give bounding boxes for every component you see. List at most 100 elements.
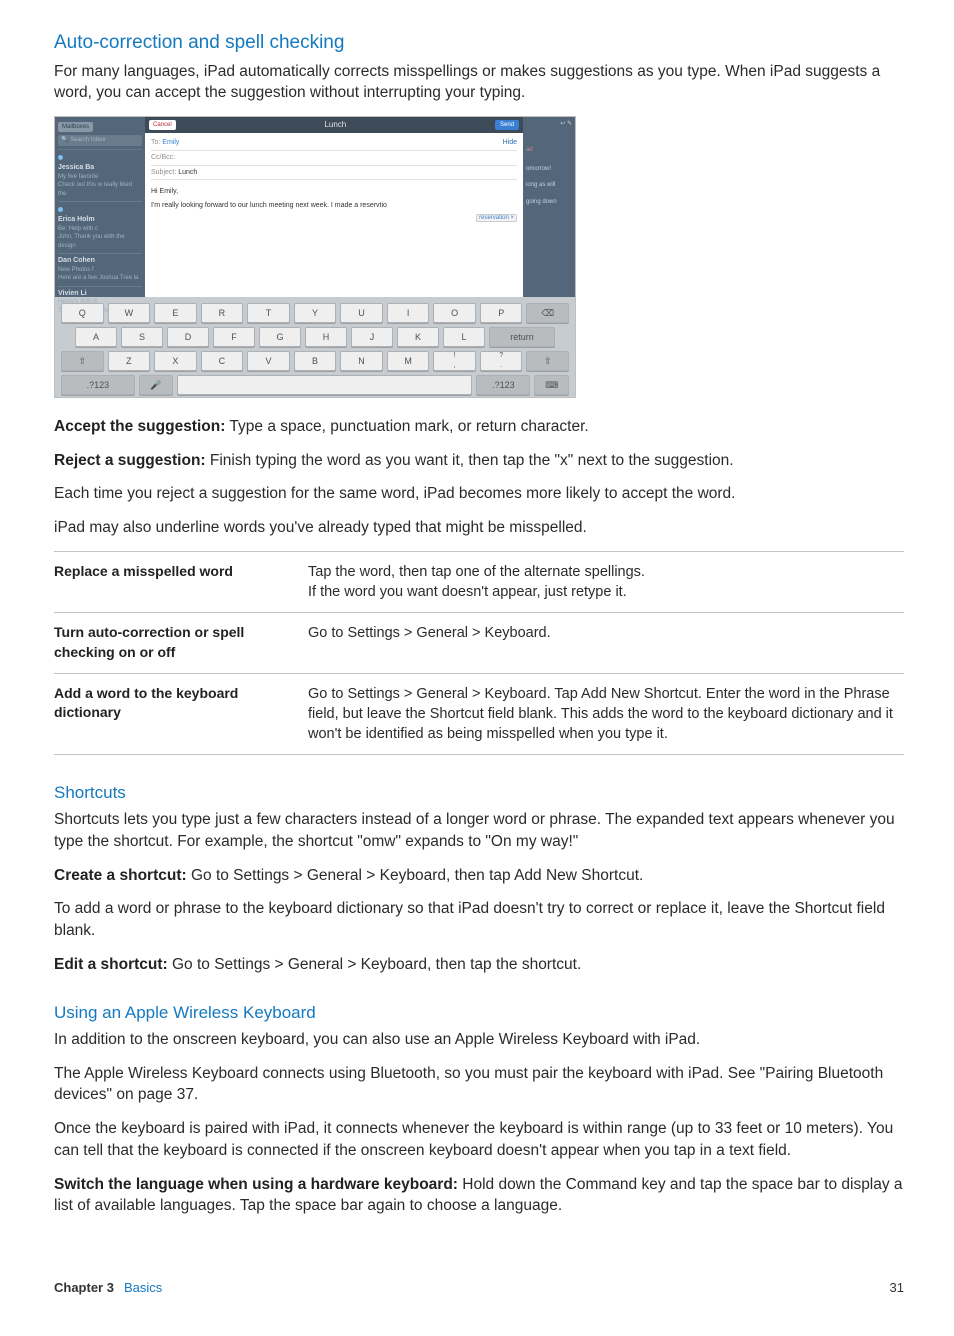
key-y[interactable]: Y — [294, 303, 337, 323]
key-j[interactable]: J — [351, 327, 393, 347]
sender-name: Vivien Li — [58, 289, 142, 299]
compose-icon[interactable]: ✎ — [567, 121, 572, 127]
key-space[interactable] — [177, 375, 472, 395]
key-u[interactable]: U — [340, 303, 383, 323]
hide-button[interactable]: Hide — [503, 138, 517, 148]
body-text: I'm really looking forward to our lunch … — [151, 202, 387, 209]
sender-name: Dan Cohen — [58, 256, 142, 266]
key-numbers[interactable]: .?123 — [61, 375, 135, 395]
key-x[interactable]: X — [154, 351, 197, 371]
key-hide-keyboard[interactable]: ⌨ — [534, 375, 569, 395]
key-n[interactable]: N — [340, 351, 383, 371]
key-question[interactable]: ?. — [480, 351, 523, 371]
accept-suggestion-para: Accept the suggestion: Type a space, pun… — [54, 416, 904, 438]
cc-label: Cc/Bcc: — [151, 154, 175, 161]
key-o[interactable]: O — [433, 303, 476, 323]
mailboxes-button[interactable]: Mailboxes — [58, 122, 93, 132]
key-t[interactable]: T — [247, 303, 290, 323]
reject-suggestion-para: Reject a suggestion: Finish typing the w… — [54, 450, 904, 472]
table-term: Turn auto-correction or spell checking o… — [54, 613, 308, 673]
panel-text: going down — [526, 198, 572, 206]
heading-wireless: Using an Apple Wireless Keyboard — [54, 1001, 904, 1025]
to-value: Emily — [162, 139, 179, 146]
unread-dot-icon — [58, 207, 63, 212]
subject-line: Be: Help with c — [58, 225, 142, 233]
sender-name: Erica Holm — [58, 215, 142, 225]
search-input[interactable]: 🔍 Search Inbox — [58, 135, 142, 145]
key-p[interactable]: P — [480, 303, 523, 323]
panel-text: omorrow! — [526, 165, 572, 173]
table-desc: Go to Settings > General > Keyboard. Tap… — [308, 673, 904, 755]
key-v[interactable]: V — [247, 351, 290, 371]
underline-para: iPad may also underline words you've alr… — [54, 517, 904, 539]
add-word-para: To add a word or phrase to the keyboard … — [54, 898, 904, 941]
key-shift[interactable]: ⇧ — [61, 351, 104, 371]
key-q[interactable]: Q — [61, 303, 104, 323]
unread-dot-icon — [58, 155, 63, 160]
search-icon: 🔍 — [61, 136, 68, 144]
onscreen-keyboard: Q W E R T Y U I O P ⌫ A S D F G H J K — [55, 297, 575, 397]
key-s[interactable]: S — [121, 327, 163, 347]
key-numbers[interactable]: .?123 — [476, 375, 530, 395]
wireless-p2: The Apple Wireless Keyboard connects usi… — [54, 1063, 904, 1106]
key-e[interactable]: E — [154, 303, 197, 323]
key-l[interactable]: L — [443, 327, 485, 347]
reply-icon[interactable]: ↩ — [560, 121, 565, 127]
page-number: 31 — [890, 1279, 904, 1297]
subject-line: New Photos f — [58, 266, 142, 274]
table-row: Add a word to the keyboard dictionary Go… — [54, 673, 904, 755]
key-d[interactable]: D — [167, 327, 209, 347]
sender-name: Jessica Ba — [58, 163, 142, 173]
key-exclaim[interactable]: !, — [433, 351, 476, 371]
panel-text: ad — [526, 146, 572, 154]
key-r[interactable]: R — [201, 303, 244, 323]
autocorrect-suggestion[interactable]: reservation × — [476, 214, 517, 222]
heading-shortcuts: Shortcuts — [54, 781, 904, 805]
key-dictation[interactable]: 🎤 — [139, 375, 174, 395]
intro-autocorrect: For many languages, iPad automatically c… — [54, 61, 904, 104]
body-greeting: Hi Emily, — [151, 187, 517, 197]
key-return[interactable]: return — [489, 327, 555, 347]
chapter-label: Chapter 3 — [54, 1280, 114, 1295]
wireless-p3: Once the keyboard is paired with iPad, i… — [54, 1118, 904, 1161]
key-z[interactable]: Z — [108, 351, 151, 371]
key-b[interactable]: B — [294, 351, 337, 371]
edit-shortcut-para: Edit a shortcut: Go to Settings > Genera… — [54, 954, 904, 976]
preview-line: Here are a few Joshua Tree la — [58, 274, 142, 282]
key-g[interactable]: G — [259, 327, 301, 347]
cancel-button[interactable]: Cancel — [149, 120, 176, 130]
panel-text: iong as will — [526, 181, 572, 189]
section-label: Basics — [124, 1280, 162, 1295]
subject-label: Subject: — [151, 169, 176, 176]
key-k[interactable]: K — [397, 327, 439, 347]
table-desc: Tap the word, then tap one of the altern… — [308, 551, 904, 613]
key-m[interactable]: M — [387, 351, 430, 371]
wireless-switch-para: Switch the language when using a hardwar… — [54, 1174, 904, 1217]
table-desc: Go to Settings > General > Keyboard. — [308, 613, 904, 673]
key-backspace[interactable]: ⌫ — [526, 303, 569, 323]
table-row: Replace a misspelled word Tap the word, … — [54, 551, 904, 613]
send-button[interactable]: Send — [495, 120, 519, 130]
create-shortcut-para: Create a shortcut: Go to Settings > Gene… — [54, 865, 904, 887]
window-title: Lunch — [324, 119, 346, 130]
page-footer: Chapter 3 Basics 31 — [54, 1279, 904, 1297]
learn-para: Each time you reject a suggestion for th… — [54, 483, 904, 505]
subject-line: My five favorite — [58, 173, 142, 181]
key-h[interactable]: H — [305, 327, 347, 347]
screenshot-ipad-mail: Mailboxes 🔍 Search Inbox Jessica BaMy fi… — [54, 116, 576, 398]
key-f[interactable]: F — [213, 327, 255, 347]
table-term: Replace a misspelled word — [54, 551, 308, 613]
table-row: Turn auto-correction or spell checking o… — [54, 613, 904, 673]
autocorrect-table: Replace a misspelled word Tap the word, … — [54, 551, 904, 756]
key-w[interactable]: W — [108, 303, 151, 323]
key-shift[interactable]: ⇧ — [526, 351, 569, 371]
subject-value: Lunch — [178, 169, 197, 176]
heading-autocorrect: Auto-correction and spell checking — [54, 30, 904, 57]
preview-line: John, Thank you with the design — [58, 233, 142, 250]
key-a[interactable]: A — [75, 327, 117, 347]
wireless-p1: In addition to the onscreen keyboard, yo… — [54, 1029, 904, 1051]
preview-line: Check out this w really liked the — [58, 181, 142, 198]
to-label: To: — [151, 139, 160, 146]
key-i[interactable]: I — [387, 303, 430, 323]
key-c[interactable]: C — [201, 351, 244, 371]
